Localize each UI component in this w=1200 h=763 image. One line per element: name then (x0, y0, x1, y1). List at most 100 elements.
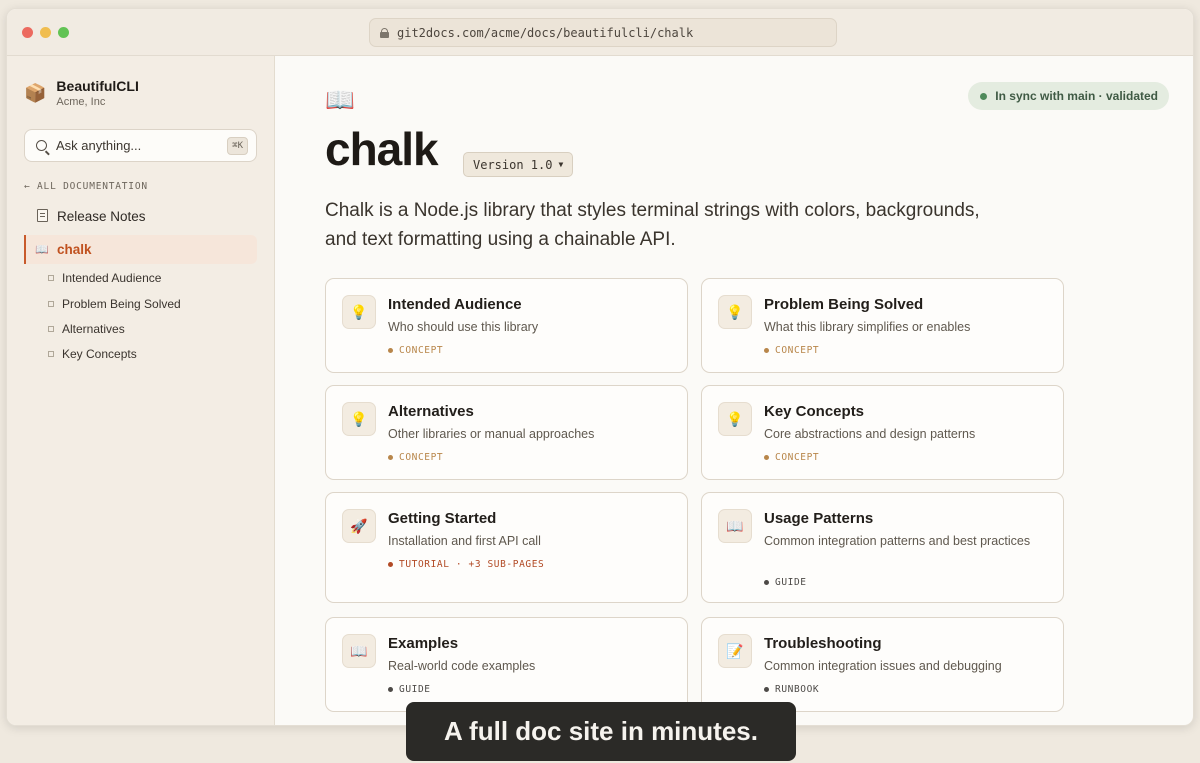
card-title: Alternatives (388, 403, 474, 420)
sidebar-subitem-alternatives[interactable]: Alternatives (48, 322, 125, 336)
sidebar-subitem-label: Key Concepts (62, 347, 137, 361)
card-examples[interactable]: 📖 Examples Real-world code examples GUIDE (325, 617, 688, 712)
card-tag: TUTORIAL · +3 SUB-PAGES (388, 559, 544, 570)
minimize-window-button[interactable] (40, 27, 51, 38)
card-problem-being-solved[interactable]: 💡 Problem Being Solved What this library s… (701, 278, 1064, 373)
maximize-window-button[interactable] (58, 27, 69, 38)
url-text: git2docs.com/acme/docs/beautifulcli/chal… (397, 25, 694, 40)
card-icon: 🚀 (342, 509, 376, 543)
search-input[interactable]: Ask anything... ⌘K (24, 129, 257, 162)
card-troubleshooting[interactable]: 📝 Troubleshooting Common integration issue… (701, 617, 1064, 712)
sidebar-subitem-label: Problem Being Solved (62, 297, 181, 311)
card-title: Problem Being Solved (764, 296, 924, 313)
card-tag: GUIDE (764, 577, 807, 588)
card-tag-label: CONCEPT (399, 452, 444, 463)
sidebar-item-release-notes[interactable]: Release Notes (24, 202, 257, 231)
sidebar: 📦 BeautifulCLI Acme, Inc Ask anything...… (7, 56, 275, 725)
chevron-down-icon: ▼ (558, 160, 564, 169)
card-usage-patterns[interactable]: 📖 Usage Patterns Common integration patter… (701, 492, 1064, 603)
card-tag: CONCEPT (764, 345, 819, 356)
package-icon: 📦 (24, 83, 47, 103)
tag-dot-icon (764, 580, 769, 585)
card-title: Getting Started (388, 510, 497, 527)
all-documentation-link[interactable]: ← ALL DOCUMENTATION (24, 181, 148, 192)
sidebar-subitem-problem-being-solved[interactable]: Problem Being Solved (48, 297, 181, 311)
card-tag-label: RUNBOOK (775, 684, 820, 695)
tag-dot-icon (764, 687, 769, 692)
card-tag-label: CONCEPT (775, 345, 820, 356)
lock-icon (380, 27, 389, 38)
card-title: Intended Audience (388, 296, 522, 313)
card-tag-label: CONCEPT (399, 345, 444, 356)
card-key-concepts[interactable]: 💡 Key Concepts Core abstractions and desig… (701, 385, 1064, 480)
brand[interactable]: 📦 BeautifulCLI Acme, Inc (24, 78, 139, 108)
sidebar-item-label: chalk (57, 242, 92, 257)
card-getting-started[interactable]: 🚀 Getting Started Installation and first A… (325, 492, 688, 603)
card-tag: RUNBOOK (764, 684, 819, 695)
page-icon (35, 208, 49, 225)
card-icon: 📖 (342, 634, 376, 668)
card-title: Troubleshooting (764, 635, 882, 652)
bullet-icon (48, 275, 54, 281)
sidebar-subitem-label: Alternatives (62, 322, 125, 336)
card-tag-label: CONCEPT (775, 452, 820, 463)
sidebar-subitem-intended-audience[interactable]: Intended Audience (48, 271, 161, 285)
card-alternatives[interactable]: 💡 Alternatives Other libraries or manual a… (325, 385, 688, 480)
tag-dot-icon (388, 455, 393, 460)
caption-overlay: A full doc site in minutes. (406, 702, 796, 761)
tag-dot-icon (388, 562, 393, 567)
book-icon: 📖 (35, 244, 49, 256)
card-tag-label: GUIDE (775, 577, 807, 588)
main-content: 📖 In sync with main · validated chalk Ve… (275, 56, 1193, 725)
sync-status-text: In sync with main · validated (995, 89, 1158, 103)
bullet-icon (48, 301, 54, 307)
sidebar-item-label: Release Notes (57, 209, 146, 224)
page-description: Chalk is a Node.js library that styles t… (325, 200, 980, 250)
tag-dot-icon (764, 455, 769, 460)
card-title: Usage Patterns (764, 510, 874, 527)
address-bar[interactable]: git2docs.com/acme/docs/beautifulcli/chal… (369, 18, 837, 47)
brand-org: Acme, Inc (56, 96, 106, 108)
card-subtitle: Core abstractions and design patterns (764, 427, 976, 441)
search-placeholder: Ask anything... (56, 138, 142, 153)
sidebar-subitem-label: Intended Audience (62, 271, 162, 285)
card-subtitle: Installation and first API call (388, 534, 541, 548)
card-subtitle: Real-world code examples (388, 659, 536, 673)
book-icon: 📖 (325, 87, 355, 114)
card-subtitle: What this library simplifies or enables (764, 320, 971, 334)
sidebar-subitem-key-concepts[interactable]: Key Concepts (48, 347, 137, 361)
card-icon: 💡 (342, 295, 376, 329)
card-icon: 📝 (718, 634, 752, 668)
card-tag-label: GUIDE (399, 684, 431, 695)
card-tag-label: TUTORIAL · +3 SUB-PAGES (399, 559, 545, 570)
card-tag: CONCEPT (764, 452, 819, 463)
bullet-icon (48, 351, 54, 357)
sidebar-item-chalk[interactable]: 📖 chalk (24, 235, 257, 264)
bullet-icon (48, 326, 54, 332)
page-title: chalk (325, 123, 439, 175)
card-intended-audience[interactable]: 💡 Intended Audience Who should use this li… (325, 278, 688, 373)
card-icon: 💡 (718, 402, 752, 436)
card-subtitle: Common integration issues and debugging (764, 659, 1002, 673)
card-icon: 💡 (342, 402, 376, 436)
tag-dot-icon (388, 687, 393, 692)
version-label: Version 1.0 (473, 157, 553, 172)
card-title: Key Concepts (764, 403, 865, 420)
brand-name: BeautifulCLI (56, 78, 139, 94)
search-icon (36, 140, 47, 151)
card-tag: CONCEPT (388, 345, 443, 356)
card-subtitle: Who should use this library (388, 320, 539, 334)
shortcut-badge: ⌘K (227, 136, 248, 155)
card-subtitle: Common integration patterns and best pra… (764, 534, 1031, 548)
card-icon: 📖 (718, 509, 752, 543)
sync-status-badge: In sync with main · validated (968, 82, 1169, 110)
card-tag: GUIDE (388, 684, 431, 695)
close-window-button[interactable] (22, 27, 33, 38)
browser-window: git2docs.com/acme/docs/beautifulcli/chal… (6, 8, 1194, 726)
card-tag: CONCEPT (388, 452, 443, 463)
card-icon: 💡 (718, 295, 752, 329)
version-selector[interactable]: Version 1.0 ▼ (463, 152, 574, 177)
status-dot-icon (980, 92, 988, 100)
card-subtitle: Other libraries or manual approaches (388, 427, 595, 441)
tag-dot-icon (764, 348, 769, 353)
